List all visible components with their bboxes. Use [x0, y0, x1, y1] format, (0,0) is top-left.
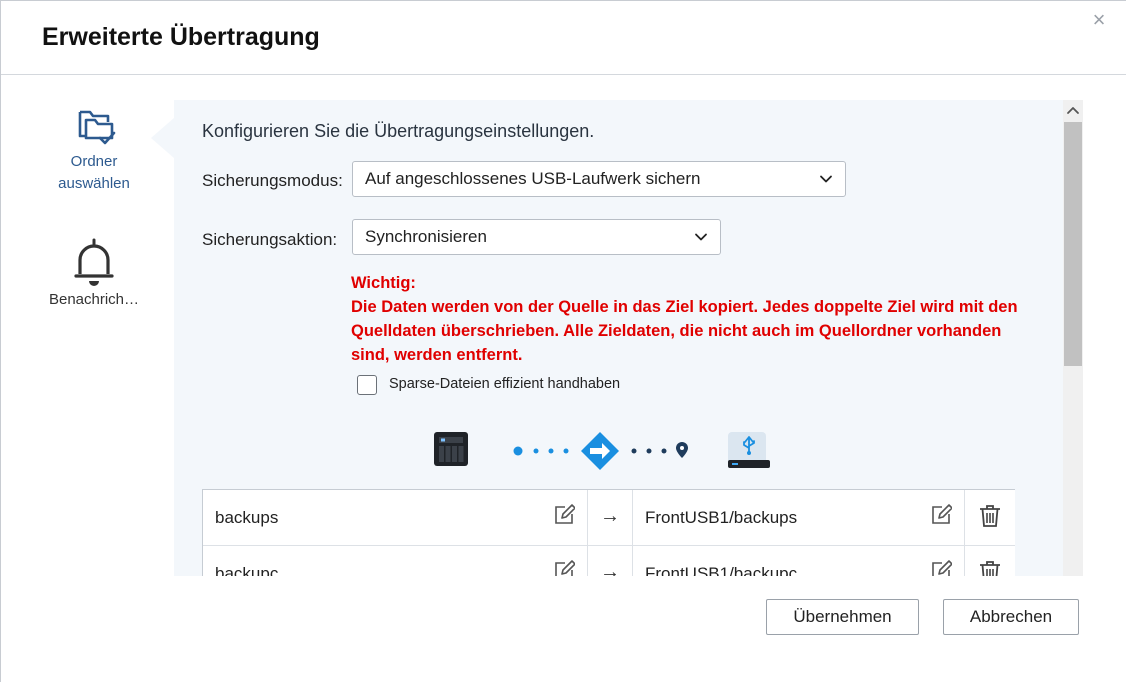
- settings-panel: Konfigurieren Sie die Übertragungseinste…: [174, 100, 1083, 576]
- backup-action-select[interactable]: Synchronisieren: [352, 219, 721, 255]
- dot: [533, 448, 539, 454]
- close-icon: ×: [1092, 7, 1106, 32]
- dot: [661, 448, 667, 454]
- dot: [563, 448, 569, 454]
- backup-mode-select[interactable]: Auf angeschlossenes USB-Laufwerk sichern: [352, 161, 846, 197]
- folder-pair-table: backups → FrontUSB1/backups backupc → Fr…: [202, 489, 1015, 576]
- bell-icon: [74, 238, 114, 286]
- vertical-scrollbar[interactable]: [1063, 100, 1083, 576]
- edit-icon[interactable]: [553, 560, 575, 576]
- dialog-header: Erweiterte Übertragung ×: [1, 1, 1126, 75]
- edit-icon[interactable]: [930, 560, 952, 576]
- dialog-title: Erweiterte Übertragung: [42, 23, 320, 51]
- sidebar-item-notifications[interactable]: Benachrich…: [29, 236, 159, 311]
- source-folder: backups: [215, 508, 279, 527]
- active-item-pointer: [151, 118, 174, 158]
- backup-mode-value: Auf angeschlossenes USB-Laufwerk sichern: [365, 169, 701, 188]
- dot: [631, 448, 637, 454]
- edit-icon[interactable]: [553, 504, 575, 526]
- destination-cell: FrontUSB1/backups: [633, 490, 965, 546]
- advanced-transfer-dialog: Erweiterte Übertragung × Ordner auswähle…: [0, 0, 1126, 682]
- trash-icon[interactable]: [979, 504, 1001, 528]
- trash-icon[interactable]: [979, 560, 1001, 576]
- dot: [646, 448, 652, 454]
- source-cell: backups: [203, 490, 588, 546]
- destination-cell: FrontUSB1/backupc: [633, 546, 965, 576]
- folder-check-icon: [78, 110, 116, 145]
- destination-folder: FrontUSB1/backups: [645, 508, 798, 527]
- intro-text: Konfigurieren Sie die Übertragungseinste…: [202, 121, 595, 141]
- sidebar: Ordner auswählen Benachrich…: [1, 76, 173, 576]
- delete-cell: [965, 546, 1016, 576]
- backup-mode-label: Sicherungsmodus:: [202, 171, 343, 190]
- cancel-button[interactable]: Abbrechen: [943, 599, 1079, 635]
- transfer-direction-icon: [581, 432, 619, 470]
- delete-cell: [965, 490, 1016, 546]
- backup-action-value: Synchronisieren: [365, 227, 487, 246]
- warning-message: Wichtig: Die Daten werden von der Quelle…: [351, 271, 1031, 367]
- dot: [513, 446, 523, 456]
- sparse-files-checkbox[interactable]: [357, 375, 377, 395]
- sparse-files-label: Sparse-Dateien effizient handhaben: [389, 376, 621, 392]
- scrollbar-thumb[interactable]: [1064, 122, 1082, 366]
- scroll-up-arrow-icon[interactable]: [1063, 100, 1083, 122]
- sidebar-item-label: Ordner: [70, 153, 118, 170]
- sidebar-item-label: auswählen: [58, 175, 130, 192]
- dot: [548, 448, 554, 454]
- sidebar-item-label: Benachrich…: [48, 291, 140, 308]
- edit-icon[interactable]: [930, 504, 952, 526]
- table-row: backupc → FrontUSB1/backupc: [203, 546, 1015, 576]
- chevron-down-icon: [820, 175, 832, 183]
- chevron-down-icon: [695, 233, 707, 241]
- sidebar-item-select-folder[interactable]: Ordner auswählen: [29, 106, 159, 195]
- warning-title: Wichtig:: [351, 274, 416, 292]
- source-folder: backupc: [215, 564, 279, 576]
- usb-drive-icon: [728, 432, 770, 468]
- direction-arrow: →: [588, 546, 633, 576]
- apply-button[interactable]: Übernehmen: [766, 599, 919, 635]
- backup-action-label: Sicherungsaktion:: [202, 230, 338, 249]
- table-row: backups → FrontUSB1/backups: [203, 490, 1015, 546]
- nas-icon: [434, 432, 468, 466]
- direction-arrow: →: [588, 490, 633, 546]
- source-cell: backupc: [203, 546, 588, 576]
- transfer-diagram: [434, 432, 770, 470]
- close-button[interactable]: ×: [1088, 9, 1110, 31]
- warning-body: Die Daten werden von der Quelle in das Z…: [351, 298, 1018, 364]
- destination-folder: FrontUSB1/backupc: [645, 564, 798, 576]
